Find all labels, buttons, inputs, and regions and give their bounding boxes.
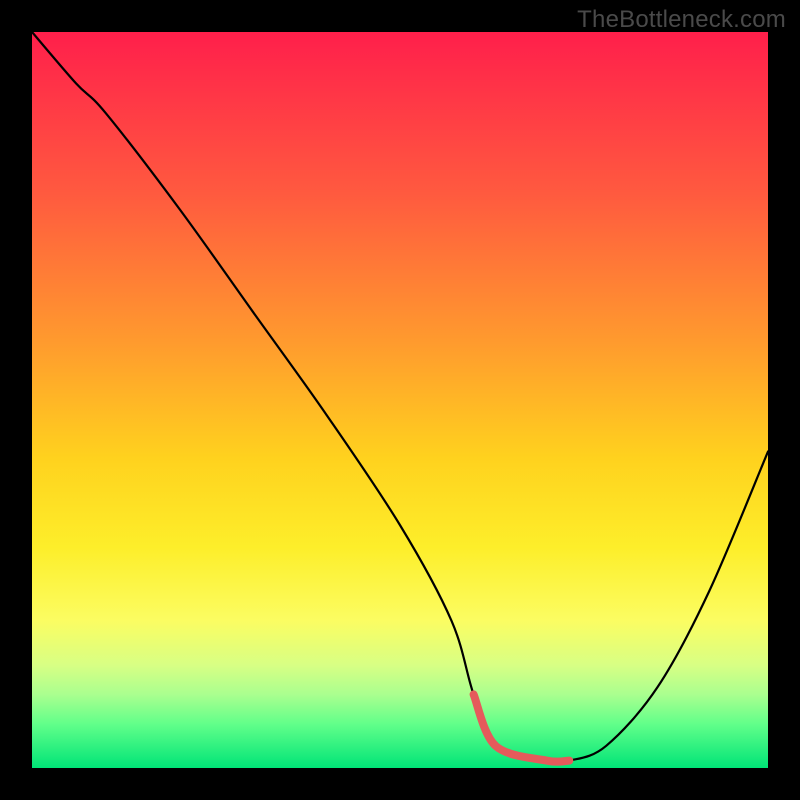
chart-frame: TheBottleneck.com xyxy=(0,0,800,800)
bottleneck-curve-line xyxy=(32,32,768,762)
plot-area xyxy=(32,32,768,768)
sweet-spot-accent xyxy=(474,694,570,761)
curve-svg xyxy=(32,32,768,768)
watermark-text: TheBottleneck.com xyxy=(577,6,786,34)
